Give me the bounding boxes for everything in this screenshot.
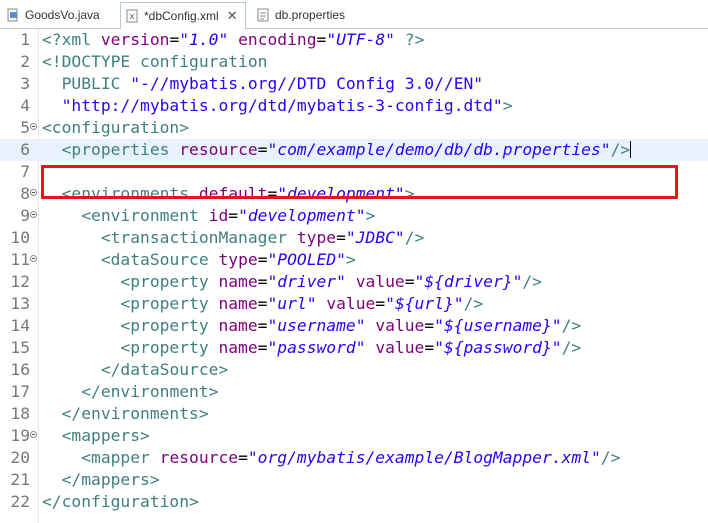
code-line[interactable]: 14 <property name="username" value="${us… <box>0 315 708 337</box>
code-text: <environment id="development"> <box>81 206 376 225</box>
fold-collapse-icon[interactable] <box>30 255 37 262</box>
code-line[interactable]: 19 <mappers> <box>0 425 708 447</box>
line-number: 16 <box>10 360 30 379</box>
line-number: 17 <box>10 382 30 401</box>
tab-label: GoodsVo.java <box>25 8 100 22</box>
line-number: 4 <box>20 96 30 115</box>
line-number: 15 <box>10 338 30 357</box>
code-text: <!DOCTYPE configuration <box>42 52 268 71</box>
code-line[interactable]: 16 </dataSource> <box>0 359 708 381</box>
code-text: <transactionManager type="JDBC"/> <box>100 228 425 247</box>
code-line[interactable]: 12 <property name="driver" value="${driv… <box>0 271 708 293</box>
code-line[interactable]: 18 </environments> <box>0 403 708 425</box>
code-line[interactable]: 2 <!DOCTYPE configuration <box>0 51 708 73</box>
tab-dbconfig-xml[interactable]: X *dbConfig.xml ✕ <box>120 2 246 29</box>
line-number: 1 <box>20 30 30 49</box>
code-text: <?xml version="1.0" encoding="UTF-8" ?> <box>42 30 425 49</box>
code-line[interactable]: 5 <configuration> <box>0 117 708 139</box>
close-icon[interactable]: ✕ <box>227 8 238 24</box>
code-text: PUBLIC "-//mybatis.org//DTD Config 3.0//… <box>42 74 484 93</box>
editor-tab-bar: GoodsVo.java X *dbConfig.xml ✕ db.proper… <box>0 0 708 29</box>
code-line[interactable]: 11 <dataSource type="POOLED"> <box>0 249 708 271</box>
line-number: 13 <box>10 294 30 313</box>
code-line[interactable]: 15 <property name="password" value="${pa… <box>0 337 708 359</box>
code-line[interactable]: 13 <property name="url" value="${url}"/> <box>0 293 708 315</box>
line-number: 8 <box>20 184 30 203</box>
fold-collapse-icon[interactable] <box>30 211 37 218</box>
fold-collapse-icon[interactable] <box>30 431 37 438</box>
code-line[interactable]: 4 "http://mybatis.org/dtd/mybatis-3-conf… <box>0 95 708 117</box>
line-number: 3 <box>20 74 30 93</box>
code-line[interactable]: 3 PUBLIC "-//mybatis.org//DTD Config 3.0… <box>0 73 708 95</box>
properties-file-icon <box>256 8 270 22</box>
xml-file-icon: X <box>125 9 139 23</box>
line-number: 12 <box>10 272 30 291</box>
line-number: 14 <box>10 316 30 335</box>
line-number: 21 <box>10 470 30 489</box>
code-text: <property name="driver" value="${driver}… <box>120 272 542 291</box>
tab-goodsvo-java[interactable]: GoodsVo.java <box>2 3 110 27</box>
line-number: 19 <box>10 426 30 445</box>
code-line[interactable]: 22 </configuration> <box>0 491 708 513</box>
code-text: </configuration> <box>42 492 199 511</box>
fold-collapse-icon[interactable] <box>30 189 37 196</box>
code-text: </mappers> <box>61 470 160 489</box>
code-text: </environments> <box>61 404 209 423</box>
code-line[interactable]: 1 <?xml version="1.0" encoding="UTF-8" ?> <box>0 29 708 51</box>
line-number: 11 <box>10 250 30 269</box>
code-line[interactable]: 20 <mapper resource="org/mybatis/example… <box>0 447 708 469</box>
line-number: 20 <box>10 448 30 467</box>
code-text: </dataSource> <box>100 360 229 379</box>
line-number: 7 <box>20 162 30 181</box>
code-text: <mapper resource="org/mybatis/example/Bl… <box>81 448 621 467</box>
code-text: <property name="password" value="${passw… <box>120 338 582 357</box>
line-number: 2 <box>20 52 30 71</box>
code-text: <configuration> <box>42 118 190 137</box>
highlight-box <box>41 165 678 199</box>
line-number: 18 <box>10 404 30 423</box>
line-number: 22 <box>10 492 30 511</box>
code-text: <property name="username" value="${usern… <box>120 316 582 335</box>
svg-text:X: X <box>130 13 135 21</box>
code-text: <mappers> <box>61 426 150 445</box>
code-line[interactable]: 17 </environment> <box>0 381 708 403</box>
code-line[interactable]: 9 <environment id="development"> <box>0 205 708 227</box>
code-text: <dataSource type="POOLED"> <box>100 250 356 269</box>
code-line[interactable]: 6 <properties resource="com/example/demo… <box>0 139 708 161</box>
tab-label: db.properties <box>275 8 346 22</box>
line-number: 6 <box>20 140 30 159</box>
code-line[interactable]: 21 </mappers> <box>0 469 708 491</box>
code-text: </environment> <box>81 382 219 401</box>
code-line[interactable]: 10 <transactionManager type="JDBC"/> <box>0 227 708 249</box>
tab-db-properties[interactable]: db.properties <box>252 3 362 27</box>
code-text: "http://mybatis.org/dtd/mybatis-3-config… <box>42 96 513 115</box>
line-number: 10 <box>10 228 30 247</box>
tab-label: *dbConfig.xml <box>144 9 219 23</box>
java-file-icon <box>6 8 20 22</box>
code-text: <properties resource="com/example/demo/d… <box>61 140 632 159</box>
line-number: 5 <box>20 118 30 137</box>
code-text: <property name="url" value="${url}"/> <box>120 294 484 313</box>
text-cursor <box>630 141 632 158</box>
xml-editor[interactable]: 1 <?xml version="1.0" encoding="UTF-8" ?>… <box>0 29 708 523</box>
line-number: 9 <box>20 206 30 225</box>
fold-collapse-icon[interactable] <box>30 123 37 130</box>
